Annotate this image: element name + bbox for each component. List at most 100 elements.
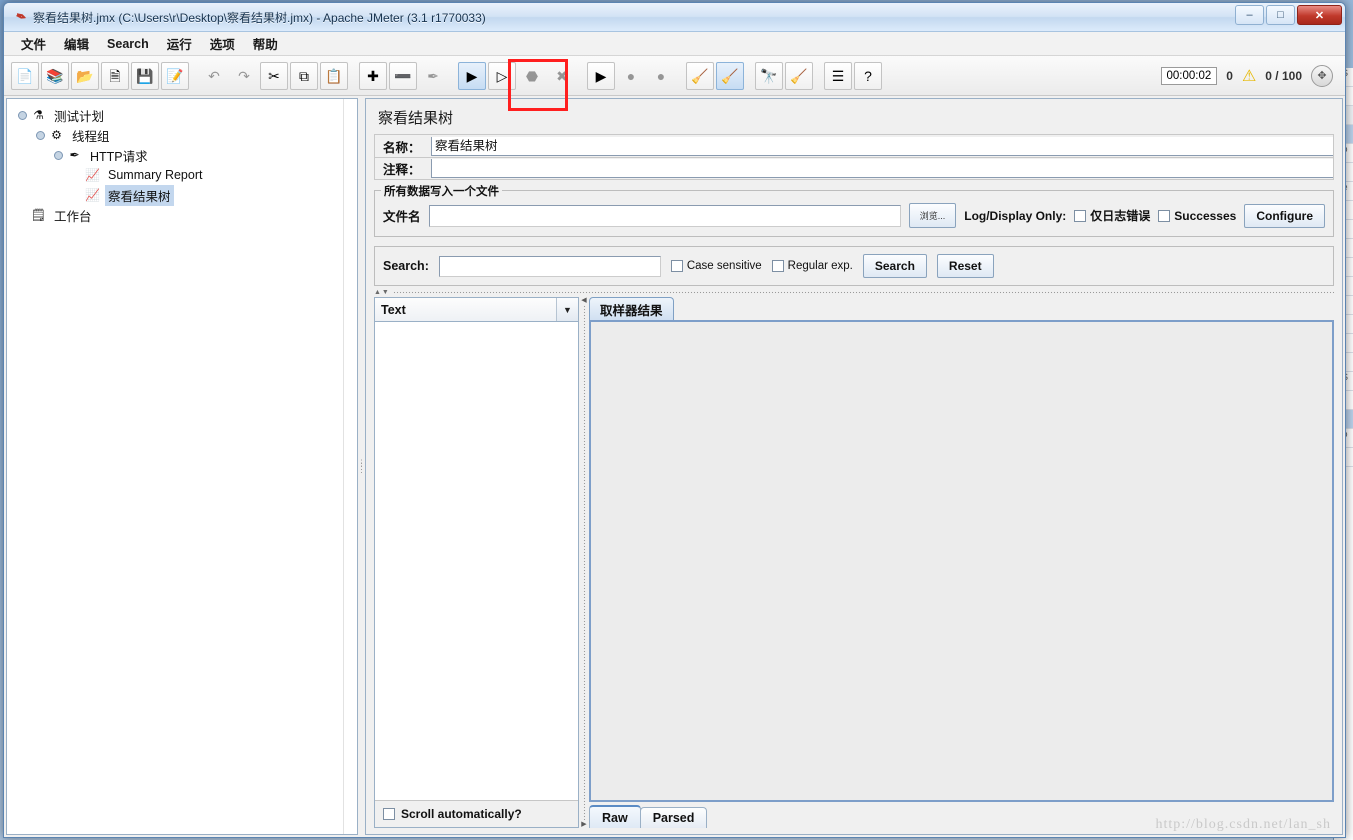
regular-exp-wrap[interactable]: Regular exp. <box>771 260 853 272</box>
clear-icon: 🧹 <box>691 67 709 84</box>
errors-only-label: 仅日志错误 <box>1090 209 1151 223</box>
case-sensitive-wrap[interactable]: Case sensitive <box>670 260 762 272</box>
case-sensitive-checkbox[interactable] <box>670 260 683 272</box>
save-button[interactable]: 💾 <box>131 61 159 90</box>
tree-node[interactable]: ✒ HTTP请求 <box>11 145 353 165</box>
split-left-arrow-icon[interactable]: ◀ <box>581 297 586 304</box>
scroll-automatically-checkbox[interactable] <box>383 808 395 820</box>
templates-button[interactable]: 📚 <box>41 61 69 90</box>
expand-icon[interactable]: ✥ <box>1311 64 1333 87</box>
results-lower-area: Text ▼ Scroll automatically? ◀ ▶ 取样器结果 R… <box>374 297 1334 828</box>
tree-expand-knob-icon[interactable] <box>53 150 64 161</box>
main-split-divider[interactable]: ⋮ ⋮ ⋮ <box>357 98 366 835</box>
regular-exp-checkbox[interactable] <box>771 260 784 272</box>
save-as-button[interactable]: 📝 <box>161 61 189 90</box>
tree-node[interactable]: 🗒 工作台 <box>11 205 353 225</box>
title-bar[interactable]: ✒ 察看结果树.jmx (C:\Users\r\Desktop\察看结果树.jm… <box>4 3 1345 32</box>
redo-icon: ↷ <box>238 67 250 84</box>
expand-all-button[interactable]: ✚ <box>359 61 387 90</box>
remote-start-all-button[interactable]: ▶ <box>587 61 615 90</box>
result-tab-row[interactable]: 取样器结果 <box>589 297 1334 321</box>
split-arrows-icon[interactable]: ▲▼ <box>374 289 390 296</box>
filename-row[interactable]: 文件名 浏览... Log/Display Only: 仅日志错误 Succes… <box>383 203 1325 228</box>
menu-run[interactable]: 运行 <box>158 32 201 55</box>
successes-checkbox[interactable] <box>1158 209 1171 222</box>
shutdown-button: ✖ <box>548 62 576 90</box>
chevron-down-icon[interactable]: ▼ <box>556 298 578 321</box>
result-tab[interactable]: 取样器结果 <box>589 297 674 321</box>
clear-button[interactable]: 🧹 <box>686 61 714 90</box>
toolbar-buttons[interactable]: 📄 📚 📂 🗎 💾 📝 ↶ ↷ ✂ ⧉ 📋 ✚ ➖ ✒ ▶ ▷ ⬣ ✖ ▶ ● ● 🧹 🧹 🔭 🧹 ☰? <box>10 61 883 90</box>
search-label: Search: <box>383 259 429 273</box>
raw-parsed-tab[interactable]: Parsed <box>639 807 708 828</box>
search-submit-button[interactable]: Search <box>862 254 927 278</box>
menu-options[interactable]: 选项 <box>201 32 244 55</box>
raw-parsed-tab[interactable]: Raw <box>589 805 641 828</box>
collapse-all-button[interactable]: ➖ <box>389 61 417 90</box>
split-right-arrow-icon[interactable]: ▶ <box>581 821 586 828</box>
filename-input[interactable] <box>428 204 901 227</box>
scroll-automatically-row[interactable]: Scroll automatically? <box>375 801 578 827</box>
name-row[interactable]: 名称： 察看结果树 <box>374 134 1334 157</box>
raw-parsed-tab-row[interactable]: Raw Parsed <box>589 804 1334 828</box>
start-no-pauses-button[interactable]: ▷ <box>488 61 516 90</box>
function-helper-button[interactable]: ☰ <box>824 61 852 90</box>
file-group-legend: 所有数据写入一个文件 <box>381 183 502 199</box>
browse-button[interactable]: 浏览... <box>908 203 957 228</box>
horizontal-split-divider[interactable]: ▲▼ <box>374 288 1334 297</box>
close-button[interactable]: 🗎 <box>101 61 129 90</box>
tree-node[interactable]: 📈 Summary Report <box>11 165 353 185</box>
menu-search[interactable]: Search <box>98 35 158 53</box>
menu-help[interactable]: 帮助 <box>244 32 287 55</box>
results-split-divider[interactable]: ◀ ▶ <box>579 297 589 828</box>
menu-edit[interactable]: 编辑 <box>55 32 98 55</box>
comment-input[interactable] <box>431 159 1333 178</box>
copy-icon: ⧉ <box>299 67 309 84</box>
warning-triangle-icon[interactable]: ⚠ <box>1242 66 1256 86</box>
test-plan-tree[interactable]: ⚗ 测试计划 ⚙ 线程组 ✒ HTTP请求 📈 Summary Report 📈 察看结果树 🗒 工作… <box>7 99 357 231</box>
tree-node-label: HTTP请求 <box>90 149 148 164</box>
minimize-button[interactable]: – <box>1235 5 1264 25</box>
tree-expand-knob-icon[interactable] <box>35 130 46 141</box>
tree-node[interactable]: 📈 察看结果树 <box>11 184 353 206</box>
paste-button[interactable]: 📋 <box>320 61 348 90</box>
search-reset-button[interactable]: 🧹 <box>785 61 813 90</box>
search-reset-button[interactable]: Reset <box>936 254 994 278</box>
cut-button[interactable]: ✂ <box>260 61 288 90</box>
copy-button[interactable]: ⧉ <box>290 61 318 90</box>
menu-file[interactable]: 文件 <box>12 32 55 55</box>
errors-only-checkbox-wrap[interactable]: 仅日志错误 <box>1074 207 1150 224</box>
search-button[interactable]: 🔭 <box>755 61 783 90</box>
close-button[interactable]: ✕ <box>1297 5 1342 25</box>
tree-node[interactable]: ⚙ 线程组 <box>11 125 353 145</box>
clear-all-button[interactable]: 🧹 <box>716 61 744 90</box>
comment-label: 注释： <box>383 163 421 177</box>
help-button[interactable]: ? <box>854 61 882 90</box>
start-button[interactable]: ▶ <box>458 61 486 90</box>
test-plan-tree-panel[interactable]: ⚗ 测试计划 ⚙ 线程组 ✒ HTTP请求 📈 Summary Report 📈 察看结果树 🗒 工作… <box>6 98 358 835</box>
successes-checkbox-wrap[interactable]: Successes <box>1158 209 1236 223</box>
search-input[interactable] <box>438 255 661 277</box>
sampler-result-content[interactable] <box>589 320 1334 802</box>
name-input[interactable]: 察看结果树 <box>431 136 1333 156</box>
tree-expand-knob-icon[interactable] <box>17 110 28 121</box>
results-list-panel[interactable]: Text ▼ Scroll automatically? <box>374 297 579 828</box>
listener-icon: 📈 <box>85 188 100 202</box>
window-controls[interactable]: – □ ✕ <box>1235 5 1342 25</box>
new-button[interactable]: 📄 <box>11 61 39 90</box>
renderer-combobox[interactable]: Text ▼ <box>375 298 578 322</box>
errors-only-checkbox[interactable] <box>1074 209 1087 222</box>
toolbar[interactable]: 📄 📚 📂 🗎 💾 📝 ↶ ↷ ✂ ⧉ 📋 ✚ ➖ ✒ ▶ ▷ ⬣ ✖ ▶ ● ● 🧹 🧹 🔭 🧹 ☰? 00:00:02 0 ⚠… <box>4 56 1345 111</box>
open-icon: 📂 <box>76 67 94 84</box>
maximize-button[interactable]: □ <box>1266 5 1295 25</box>
results-search-bar[interactable]: Search: Case sensitive Regular exp. Sear… <box>374 246 1334 286</box>
comment-row[interactable]: 注释： <box>374 157 1334 180</box>
configure-button[interactable]: Configure <box>1244 203 1325 228</box>
open-button[interactable]: 📂 <box>71 61 99 90</box>
tree-vertical-scrollbar[interactable] <box>343 99 357 834</box>
menu-bar[interactable]: 文件 编辑 Search 运行 选项 帮助 <box>4 32 1345 56</box>
main-body: ⚗ 测试计划 ⚙ 线程组 ✒ HTTP请求 📈 Summary Report 📈 察看结果树 🗒 工作… <box>4 96 1345 837</box>
tree-node[interactable]: ⚗ 测试计划 <box>11 105 353 125</box>
function-helper-icon: ☰ <box>831 67 845 84</box>
sampler-result-list[interactable] <box>375 322 578 801</box>
